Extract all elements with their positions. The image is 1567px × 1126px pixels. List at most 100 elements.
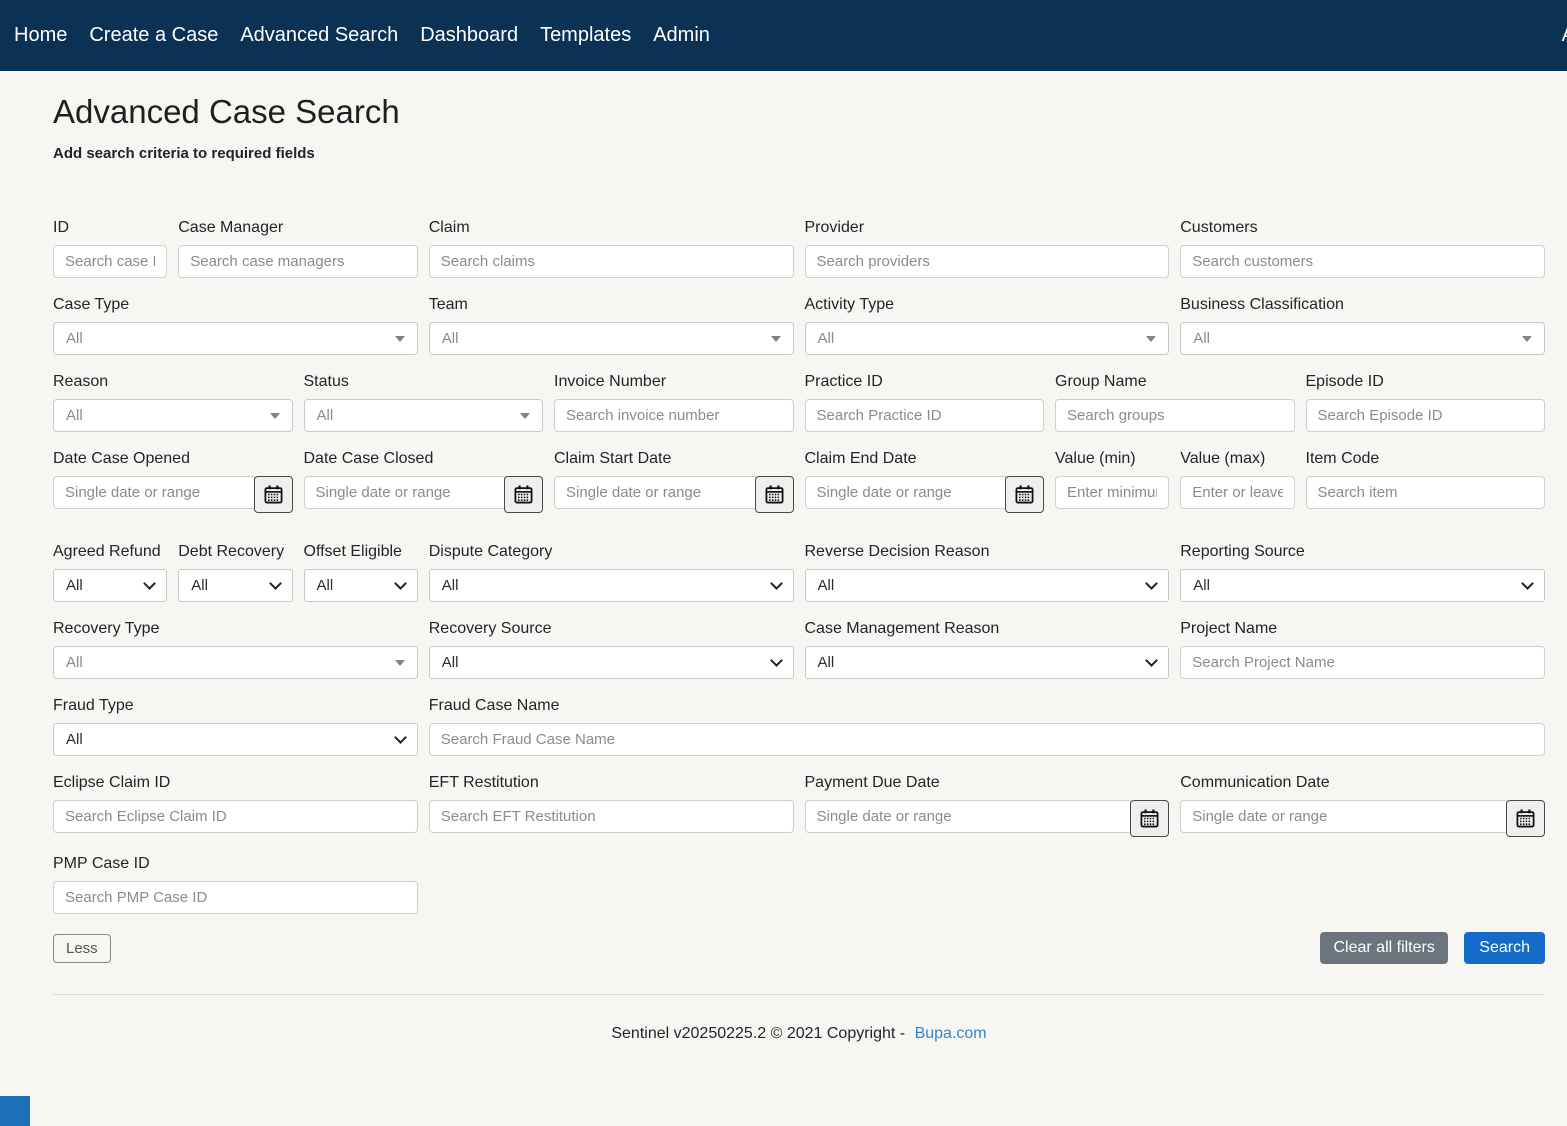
claim-start-date-calendar-button[interactable] [755,476,794,513]
nav-right-partial-text[interactable]: A [1562,24,1567,47]
reverse-decision-reason-select[interactable]: All [805,569,1170,602]
payment-due-date-label: Payment Due Date [805,774,1170,792]
form-row-3: Reason All Status All Invoice Number Pra… [53,373,1545,432]
agreed-refund-select[interactable]: All [53,569,167,602]
episode-id-input[interactable] [1306,399,1546,432]
id-input[interactable] [53,245,167,278]
form-row-5: Agreed Refund All Debt Recovery All Offs… [53,543,1545,602]
recovery-source-value: All [442,654,459,671]
debt-recovery-label: Debt Recovery [178,543,292,561]
chevron-down-icon [394,731,407,744]
fraud-case-name-input[interactable] [429,723,1545,756]
nav-item-dashboard[interactable]: Dashboard [409,24,529,47]
communication-date-calendar-button[interactable] [1506,800,1545,837]
reason-select[interactable]: All [53,399,293,432]
reporting-source-label: Reporting Source [1180,543,1545,561]
chevron-down-icon [1145,577,1158,590]
form-row-4: Date Case Opened Date Case Closed Claim … [53,450,1545,513]
nav-item-advanced-search[interactable]: Advanced Search [229,24,409,47]
dispute-category-value: All [442,577,459,594]
team-label: Team [429,296,794,314]
pmp-case-id-label: PMP Case ID [53,855,418,873]
claim-end-date-input[interactable] [805,476,1007,509]
case-management-reason-value: All [818,654,835,671]
id-label: ID [53,219,167,237]
case-management-reason-select[interactable]: All [805,646,1170,679]
footer-link-bupa[interactable]: Bupa.com [915,1025,987,1042]
nav-item-templates[interactable]: Templates [529,24,642,47]
triangle-down-icon [395,660,405,666]
offset-eligible-value: All [317,577,334,594]
value-min-label: Value (min) [1055,450,1169,468]
value-min-input[interactable] [1055,476,1169,509]
eclipse-claim-id-label: Eclipse Claim ID [53,774,418,792]
communication-date-input[interactable] [1180,800,1507,833]
recovery-source-select[interactable]: All [429,646,794,679]
bottom-left-partial-element [0,1096,30,1126]
provider-input[interactable] [805,245,1170,278]
status-select[interactable]: All [304,399,544,432]
fraud-type-select[interactable]: All [53,723,418,756]
footer: Sentinel v20250225.2 © 2021 Copyright - … [53,1025,1545,1043]
nav-item-admin[interactable]: Admin [642,24,721,47]
claim-start-date-input[interactable] [554,476,756,509]
recovery-type-value: All [66,654,83,671]
dispute-category-select[interactable]: All [429,569,794,602]
debt-recovery-select[interactable]: All [178,569,292,602]
date-case-opened-calendar-button[interactable] [254,476,293,513]
status-label: Status [304,373,544,391]
fraud-case-name-label: Fraud Case Name [429,697,1545,715]
eclipse-claim-id-input[interactable] [53,800,418,833]
calendar-icon [1140,809,1159,828]
chevron-down-icon [269,577,282,590]
invoice-number-input[interactable] [554,399,794,432]
top-navbar: Home Create a Case Advanced Search Dashb… [0,0,1567,71]
payment-due-date-input[interactable] [805,800,1132,833]
reverse-decision-reason-label: Reverse Decision Reason [805,543,1170,561]
date-case-opened-input[interactable] [53,476,255,509]
invoice-number-label: Invoice Number [554,373,794,391]
group-name-input[interactable] [1055,399,1295,432]
nav-item-create-a-case[interactable]: Create a Case [78,24,229,47]
form-row-2: Case Type All Team All Activity Type All… [53,296,1545,355]
activity-type-select[interactable]: All [805,322,1170,355]
claim-end-date-calendar-button[interactable] [1005,476,1044,513]
eft-restitution-label: EFT Restitution [429,774,794,792]
clear-all-filters-button[interactable]: Clear all filters [1320,932,1447,964]
value-max-label: Value (max) [1180,450,1294,468]
page-title: Advanced Case Search [53,93,1545,131]
practice-id-label: Practice ID [805,373,1045,391]
case-manager-input[interactable] [178,245,418,278]
customers-input[interactable] [1180,245,1545,278]
fraud-type-value: All [66,731,83,748]
reporting-source-select[interactable]: All [1180,569,1545,602]
offset-eligible-select[interactable]: All [304,569,418,602]
case-type-select[interactable]: All [53,322,418,355]
project-name-input[interactable] [1180,646,1545,679]
date-case-opened-label: Date Case Opened [53,450,293,468]
communication-date-label: Communication Date [1180,774,1545,792]
debt-recovery-value: All [191,577,208,594]
project-name-label: Project Name [1180,620,1545,638]
eft-restitution-input[interactable] [429,800,794,833]
pmp-case-id-input[interactable] [53,881,418,914]
payment-due-date-calendar-button[interactable] [1130,800,1169,837]
claim-input[interactable] [429,245,794,278]
activity-type-value: All [818,330,835,347]
value-max-input[interactable] [1180,476,1294,509]
form-row-6: Recovery Type All Recovery Source All Ca… [53,620,1545,679]
recovery-type-select[interactable]: All [53,646,418,679]
calendar-icon [514,485,533,504]
business-classification-select[interactable]: All [1180,322,1545,355]
search-button[interactable]: Search [1464,932,1545,964]
date-case-closed-input[interactable] [304,476,506,509]
nav-item-home[interactable]: Home [3,24,78,47]
practice-id-input[interactable] [805,399,1045,432]
item-code-input[interactable] [1306,476,1546,509]
business-classification-label: Business Classification [1180,296,1545,314]
less-button[interactable]: Less [53,934,111,963]
team-select[interactable]: All [429,322,794,355]
group-name-label: Group Name [1055,373,1295,391]
offset-eligible-label: Offset Eligible [304,543,418,561]
date-case-closed-calendar-button[interactable] [504,476,543,513]
